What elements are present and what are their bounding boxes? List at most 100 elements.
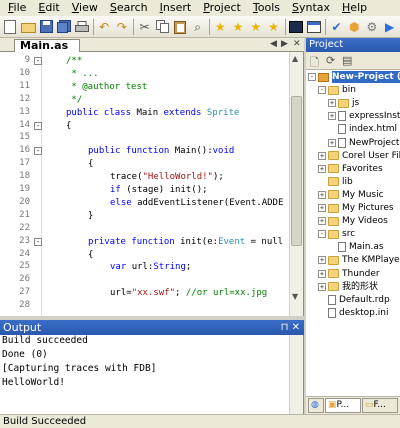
tree-item-label: desktop.ini (339, 307, 389, 318)
bookmark-icon[interactable]: ★ (213, 19, 228, 35)
expand-icon[interactable]: + (318, 256, 326, 265)
check-icon[interactable]: ✔ (329, 19, 344, 35)
collapse-icon[interactable]: - (318, 86, 326, 95)
expand-icon[interactable]: + (328, 99, 336, 108)
tree-item-label: index.html (349, 124, 397, 135)
expand-icon[interactable]: + (328, 138, 336, 147)
toolbar-separator (92, 18, 94, 35)
menu-syntax[interactable]: Syntax (286, 0, 336, 16)
undo-icon[interactable]: ↶ (97, 19, 112, 35)
tree-item[interactable]: - New-Project (AS3) (308, 71, 400, 83)
menu-insert[interactable]: Insert (154, 0, 198, 16)
open-icon[interactable] (20, 19, 36, 35)
toolbar-separator (209, 18, 210, 35)
pin-icon[interactable]: ⊓ (281, 322, 289, 333)
layout-icon[interactable] (306, 19, 321, 35)
tree-item[interactable]: + My Pictures (318, 202, 394, 214)
print-icon[interactable] (74, 19, 89, 35)
tree-item[interactable]: + My Videos (318, 215, 388, 227)
tree-item[interactable]: + Corel User Files (318, 150, 400, 162)
code-line: else addEventListener(Event.ADDE (110, 197, 283, 209)
menu-edit[interactable]: Edit (32, 0, 65, 16)
settings-icon[interactable]: ⚙ (365, 19, 380, 35)
tree-item[interactable]: + js (328, 97, 359, 109)
fold-toggle-icon[interactable]: - (34, 237, 42, 246)
output-line: Done (0) (2, 349, 48, 360)
menu-project[interactable]: Project (197, 0, 247, 16)
tab-scroll-left-icon[interactable]: ◀ (270, 39, 277, 49)
tree-item[interactable]: lib (318, 176, 353, 188)
fold-toggle-icon[interactable]: - (34, 57, 42, 65)
prev-bookmark-icon[interactable]: ★ (266, 19, 281, 35)
code-area[interactable]: /** * ... * @author test */ public class … (44, 52, 289, 316)
line-number: 13 (19, 106, 30, 117)
tree-item[interactable]: + Favorites (318, 163, 383, 175)
copy-icon[interactable] (155, 19, 170, 35)
new-file-icon[interactable] (3, 19, 18, 35)
tab-scroll-right-icon[interactable]: ▶ (281, 39, 288, 49)
expand-icon[interactable]: + (318, 204, 326, 212)
run-icon[interactable]: ▶ (382, 19, 397, 35)
properties-icon[interactable]: ▤ (342, 54, 352, 67)
tree-item[interactable]: + The KMPlayer (318, 254, 400, 266)
expand-icon[interactable]: + (318, 190, 326, 199)
expand-icon[interactable]: + (318, 217, 326, 226)
tree-item[interactable]: + Thunder (318, 268, 380, 280)
tab-globe[interactable]: ◍ (308, 398, 324, 413)
tree-item[interactable]: - src (318, 228, 355, 240)
code-editor[interactable]: 9-10 11 12 13 14-15 16-17 18 19 20 21 22 23-24 25 26 2… (0, 52, 304, 316)
tree-item[interactable]: + expressInstall.swf (328, 110, 400, 122)
refresh-icon[interactable]: ⟳ (326, 54, 335, 67)
save-all-icon[interactable] (56, 19, 71, 35)
close-icon[interactable]: ✕ (292, 322, 300, 333)
code-line: */ (66, 94, 82, 106)
code-token: */ (66, 94, 83, 105)
code-token: if (110, 185, 127, 195)
paste-icon[interactable] (173, 19, 188, 35)
tab-project[interactable]: ▣P... (325, 398, 361, 413)
save-icon[interactable] (39, 19, 54, 35)
scroll-thumb[interactable] (291, 96, 302, 246)
tree-item[interactable]: + 我的形状 (318, 281, 378, 293)
menu-tools[interactable]: Tools (247, 0, 286, 16)
next-bookmark-icon[interactable]: ★ (248, 19, 263, 35)
tree-item[interactable]: desktop.ini (318, 307, 388, 319)
editor-vertical-scrollbar[interactable]: ▲ ▼ (289, 52, 303, 316)
tab-main-as[interactable]: Main.as (14, 39, 80, 53)
output-vertical-scrollbar[interactable] (289, 335, 303, 414)
fold-toggle-icon[interactable]: - (34, 147, 42, 156)
scroll-up-icon[interactable]: ▲ (292, 54, 298, 63)
collapse-icon[interactable]: - (318, 230, 326, 239)
menu-file[interactable]: File (2, 0, 32, 16)
build-icon[interactable]: ⬢ (347, 19, 362, 35)
collapse-icon[interactable]: - (308, 73, 316, 81)
tab-files[interactable]: ▭F... (362, 398, 398, 413)
redo-icon[interactable]: ↷ (115, 19, 130, 35)
tree-item[interactable]: Default.rdp (318, 294, 390, 306)
toggle-bookmark-icon[interactable]: ★ (231, 19, 246, 35)
output-line: [Capturing traces with FDB] (2, 363, 157, 374)
find-icon[interactable]: ⌕ (190, 19, 205, 35)
expand-icon[interactable]: + (328, 112, 336, 121)
tree-item[interactable]: - bin (318, 84, 356, 96)
scroll-down-icon[interactable]: ▼ (292, 292, 298, 301)
console-icon[interactable] (289, 19, 304, 35)
status-text: Build Succeeded (3, 416, 87, 427)
fold-toggle-icon[interactable]: - (34, 121, 42, 130)
tree-item[interactable]: Main.as (328, 241, 384, 253)
close-icon[interactable]: ✕ (293, 39, 301, 49)
menu-help[interactable]: Help (336, 0, 373, 16)
tree-item[interactable]: + NewProject.swf (328, 137, 400, 149)
tree-item[interactable]: index.html (328, 123, 397, 135)
project-panel-title: Project (309, 39, 344, 50)
expand-icon[interactable]: + (318, 269, 326, 278)
menu-search[interactable]: Search (104, 0, 154, 16)
menu-view[interactable]: View (66, 0, 104, 16)
cut-icon[interactable]: ✂ (137, 19, 152, 35)
expand-icon[interactable]: + (318, 151, 326, 160)
tree-item[interactable]: + My Music (318, 189, 384, 201)
tab-label: P... (336, 400, 350, 410)
expand-icon[interactable]: + (318, 282, 326, 291)
expand-icon[interactable]: + (318, 164, 326, 173)
code-token: trace( (110, 172, 143, 183)
